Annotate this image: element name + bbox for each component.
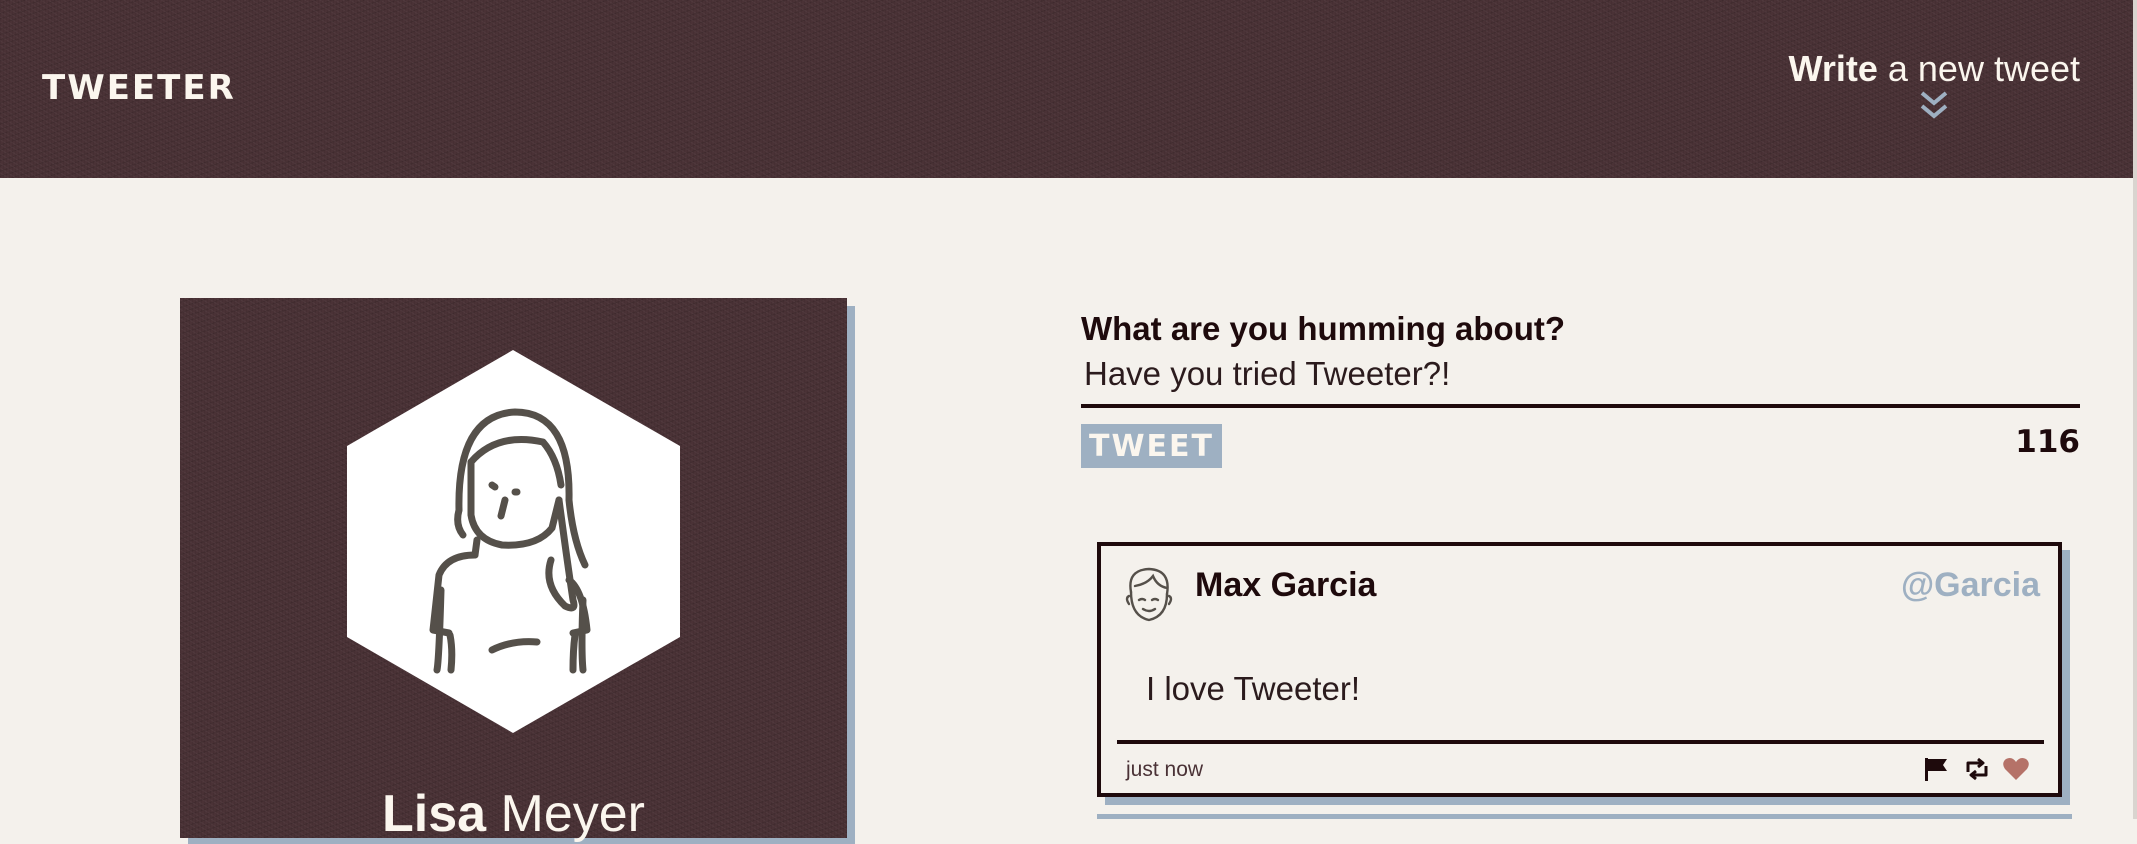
brand-logo[interactable]: TWEETER xyxy=(42,68,236,108)
tweet-button[interactable]: TWEET xyxy=(1081,424,1222,468)
retweet-icon[interactable] xyxy=(1962,756,1990,782)
next-tweet-card-edge xyxy=(1097,814,2072,819)
heart-icon[interactable] xyxy=(2002,756,2030,782)
profile-first-name: Lisa xyxy=(382,785,487,843)
tweet-author-handle[interactable]: @Garcia xyxy=(1901,566,2040,605)
compose-form: What are you humming about? TWEET 116 xyxy=(1081,310,2080,468)
tweet-actions xyxy=(1922,756,2030,782)
tweet-input[interactable] xyxy=(1081,350,2080,408)
man-avatar-icon xyxy=(1125,567,1173,622)
compose-toggle-rest: a new tweet xyxy=(1877,48,2080,89)
profile-card: Lisa Meyer xyxy=(180,298,847,843)
profile-last-name: Meyer xyxy=(500,785,645,843)
compose-toggle-strong: Write xyxy=(1788,48,1878,89)
compose-toggle[interactable]: Write a new tweet xyxy=(1789,48,2080,122)
tweet-text: I love Tweeter! xyxy=(1146,670,1361,707)
tweet-author-name[interactable]: Max Garcia xyxy=(1195,566,1376,605)
double-chevron-down-icon[interactable] xyxy=(1918,90,1950,122)
top-nav: TWEETER Write a new tweet xyxy=(0,0,2133,178)
tweet-timestamp: just now xyxy=(1126,758,1204,781)
char-counter: 116 xyxy=(2015,424,2080,460)
compose-label: What are you humming about? xyxy=(1081,310,1565,347)
flag-icon[interactable] xyxy=(1922,756,1950,782)
woman-avatar-icon xyxy=(347,350,680,733)
scroll-gutter xyxy=(2133,0,2137,819)
tweet-card: Max Garcia @Garcia I love Tweeter! just … xyxy=(1097,542,2062,797)
tweet-divider xyxy=(1117,740,2044,744)
profile-name: Lisa Meyer xyxy=(180,784,847,844)
